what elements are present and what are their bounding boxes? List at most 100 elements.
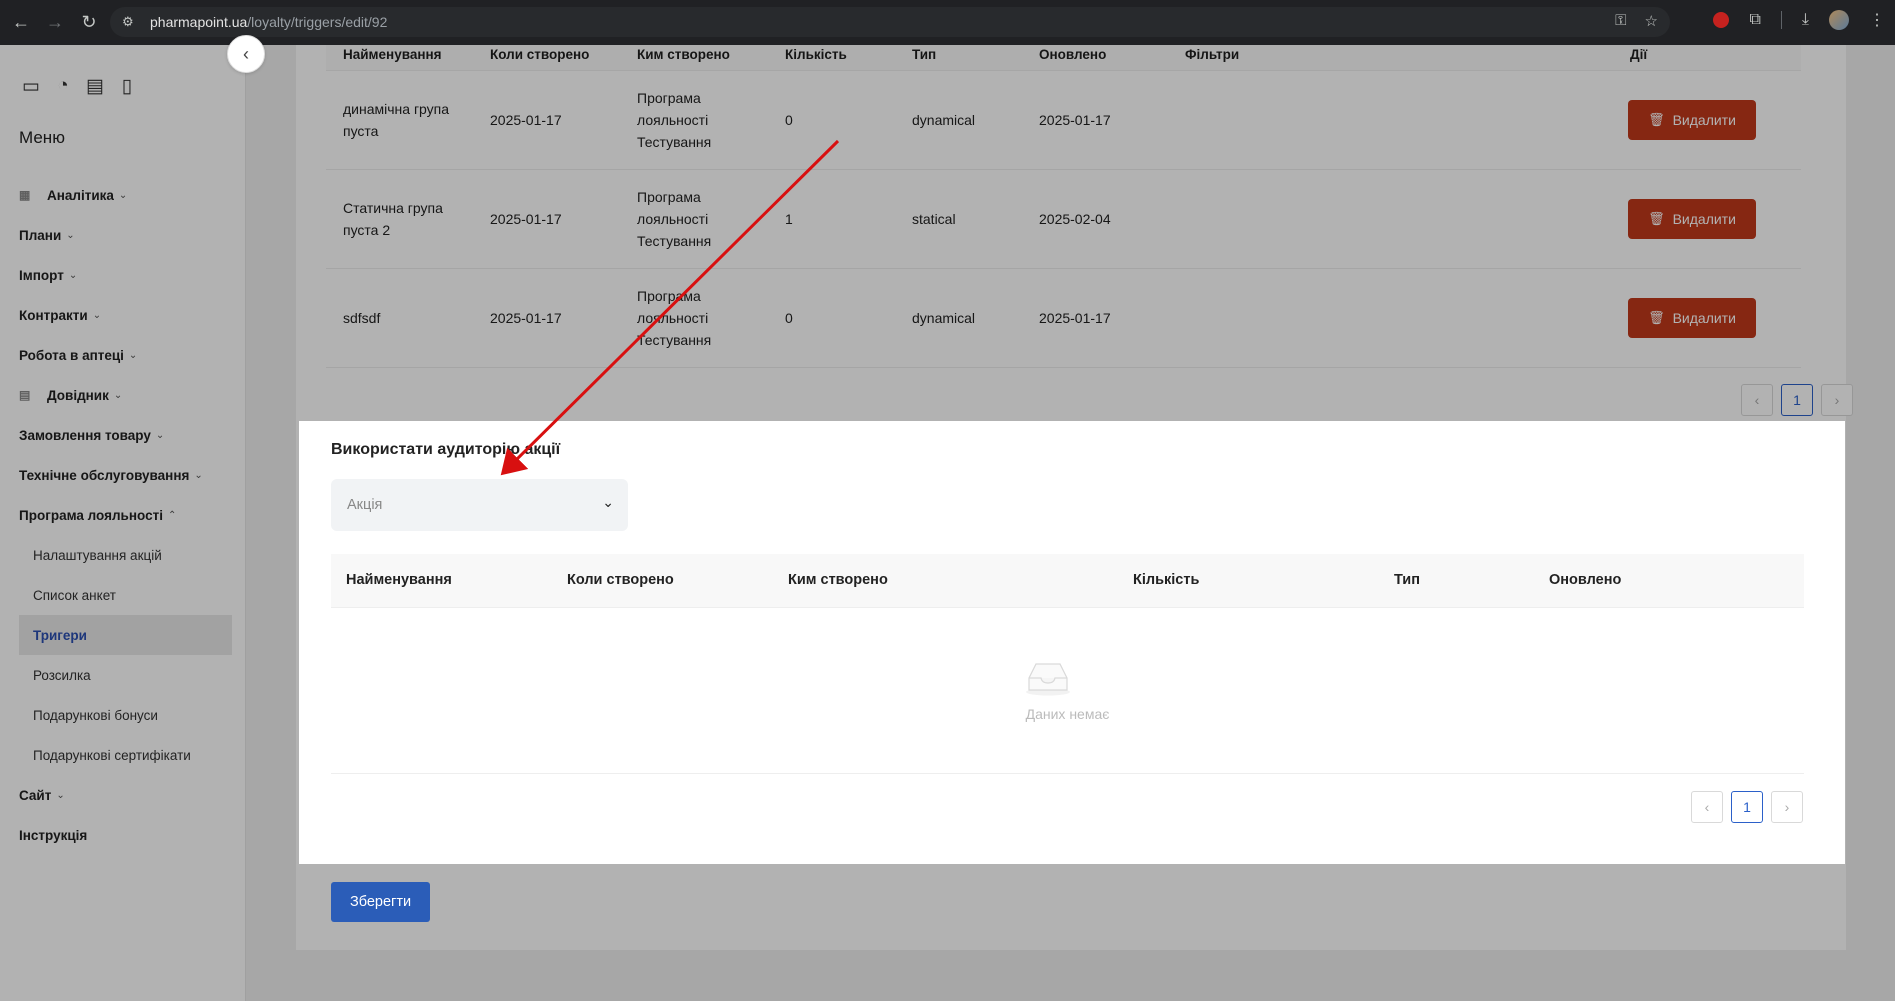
delete-button-label: Видалити: [1672, 211, 1736, 227]
cell-created-by-line: лояльності: [637, 310, 709, 326]
page-button-current[interactable]: 1: [1781, 384, 1813, 416]
cell-count-line: 0: [785, 310, 793, 326]
cell-created-by: Програма лояльності Тестування: [637, 186, 711, 252]
download-icon[interactable]: ⤓: [1802, 11, 1809, 29]
audience-header-updated: Оновлено: [1549, 572, 1622, 588]
cell-created: 2025-01-17: [490, 307, 562, 329]
sidebar-top-icons: ▭ ◔ ▤ ▯: [20, 75, 138, 97]
trash-icon: 🗑: [1648, 112, 1665, 127]
cell-created: 2025-01-17: [490, 208, 562, 230]
cell-name-line: пуста: [343, 123, 379, 139]
groups-table: Найменування Коли створено Ким створено …: [326, 45, 1801, 368]
cell-created-line: 2025-01-17: [490, 211, 562, 227]
sidebar-item[interactable]: ▤ Довідник ⌄: [0, 375, 246, 415]
back-icon[interactable]: ←: [8, 10, 34, 36]
extensions-puzzle-icon[interactable]: ⧉: [1749, 11, 1760, 29]
sidebar-item[interactable]: Плани ⌄: [0, 215, 246, 255]
pie-chart-icon[interactable]: ◔: [52, 75, 74, 97]
sidebar: ▭ ◔ ▤ ▯ Меню ▦ Аналітика ⌄ Плани ⌄ Імпорт ⌄ Кон…: [0, 45, 246, 1001]
sidebar-item-label: Плани: [19, 227, 62, 243]
sidebar-item-label: Подарункові сертифікати: [33, 747, 191, 763]
sidebar-item[interactable]: Імпорт ⌄: [0, 255, 246, 295]
sidebar-item[interactable]: Подарункові сертифікати: [0, 735, 246, 775]
book-icon[interactable]: ▯: [116, 75, 138, 97]
bookmark-star-icon[interactable]: ☆: [1645, 12, 1658, 30]
audience-next-page-button[interactable]: ›: [1771, 791, 1803, 823]
sidebar-item[interactable]: Програма лояльності ⌃: [0, 495, 246, 535]
cell-updated: 2025-01-17: [1039, 307, 1111, 329]
audience-section-title: Використати аудиторію акції: [331, 441, 561, 458]
sidebar-item-label: Замовлення товару: [19, 427, 151, 443]
next-page-button[interactable]: ›: [1821, 384, 1853, 416]
promotion-select[interactable]: Акція ⌄: [331, 479, 628, 531]
sidebar-item[interactable]: Список анкет: [0, 575, 246, 615]
header-filters: Фільтри: [1185, 47, 1240, 62]
sidebar-item-label: Сайт: [19, 787, 52, 803]
cell-created-by: Програма лояльності Тестування: [637, 87, 711, 153]
sidebar-item[interactable]: ▦ Аналітика ⌄: [0, 175, 246, 215]
profile-avatar[interactable]: [1829, 10, 1849, 30]
cell-type: dynamical: [912, 307, 975, 329]
site-settings-icon[interactable]: ⚙: [122, 14, 142, 30]
audience-header-name: Найменування: [346, 572, 452, 588]
menu-grid-icon: ▦: [19, 188, 31, 202]
save-button[interactable]: Зберегти: [331, 882, 430, 922]
sidebar-item[interactable]: Робота в аптеці ⌄: [0, 335, 246, 375]
cell-created-by-line: Тестування: [637, 332, 712, 348]
table-row: sdfsdf 2025-01-17 Програма лояльності Тестув…: [326, 269, 1801, 368]
table-row: динамічна група пуста 2025-01-17 Програма ло…: [326, 71, 1801, 170]
sidebar-item[interactable]: Подарункові бонуси: [0, 695, 246, 735]
chevron-icon: ⌄: [113, 389, 123, 401]
audience-page-button-current[interactable]: 1: [1731, 791, 1763, 823]
sidebar-item[interactable]: Налаштування акцій: [0, 535, 246, 575]
sidebar-item-label: Розсилка: [33, 667, 91, 683]
chevron-icon: ⌃: [167, 509, 177, 521]
audience-header-created-by: Ким створено: [788, 572, 888, 588]
chevron-icon: ⌄: [66, 229, 75, 241]
table-row: Статична група пуста 2 2025-01-17 Програма л…: [326, 170, 1801, 269]
delete-button-label: Видалити: [1672, 310, 1736, 326]
sidebar-item-label: Імпорт: [19, 267, 64, 283]
header-type: Тип: [912, 47, 937, 62]
sidebar-item[interactable]: Технічне обслуговування ⌄: [0, 455, 246, 495]
cell-created-by-line: Програма: [637, 90, 701, 106]
sidebar-item[interactable]: Контракти ⌄: [0, 295, 246, 335]
chevron-icon: ⌄: [118, 189, 128, 201]
collapse-sidebar-button[interactable]: ‹: [227, 35, 265, 73]
audience-table-header: Найменування Коли створено Ким створено …: [331, 554, 1804, 608]
sidebar-item[interactable]: Сайт ⌄: [0, 775, 246, 815]
sidebar-item-label: Список анкет: [33, 587, 116, 603]
cell-name-line: пуста 2: [343, 222, 391, 238]
chevron-icon: ⌄: [128, 349, 138, 361]
delete-button[interactable]: 🗑 Видалити: [1628, 199, 1756, 239]
chevron-icon: ⌄: [194, 469, 203, 481]
delete-button[interactable]: 🗑 Видалити: [1628, 100, 1756, 140]
forward-icon[interactable]: →: [42, 10, 68, 36]
cell-created-by: Програма лояльності Тестування: [637, 285, 711, 351]
archive-icon[interactable]: ▭: [20, 75, 42, 97]
kebab-menu-icon[interactable]: ⋮: [1869, 10, 1885, 30]
sidebar-item-label: Програма лояльності: [19, 507, 163, 523]
cell-created-line: 2025-01-17: [490, 310, 562, 326]
chevron-icon: ⌄: [92, 309, 102, 321]
header-count: Кількість: [785, 47, 847, 62]
menu-title: Меню: [19, 128, 65, 147]
audience-prev-page-button[interactable]: ‹: [1691, 791, 1723, 823]
reload-icon[interactable]: ↻: [76, 10, 102, 36]
sidebar-item[interactable]: Інструкція: [0, 815, 246, 855]
cell-created-by-line: Тестування: [637, 233, 712, 249]
empty-state: Даних немає: [331, 608, 1804, 774]
delete-button[interactable]: 🗑 Видалити: [1628, 298, 1756, 338]
sidebar-item[interactable]: Розсилка: [0, 655, 246, 695]
cell-count: 0: [785, 307, 793, 329]
sidebar-item[interactable]: Замовлення товару ⌄: [0, 415, 246, 455]
password-key-icon[interactable]: ⚿: [1615, 12, 1626, 30]
address-bar[interactable]: ⚙ pharmapoint.ua/loyalty/triggers/edit/9…: [110, 7, 1670, 37]
prev-page-button[interactable]: ‹: [1741, 384, 1773, 416]
cell-created-by-line: Програма: [637, 288, 701, 304]
cell-updated-line: 2025-02-04: [1039, 211, 1111, 227]
cell-created-by-line: Тестування: [637, 134, 712, 150]
extension-red-icon[interactable]: [1713, 12, 1730, 28]
document-icon[interactable]: ▤: [84, 75, 106, 97]
sidebar-item[interactable]: Тригери: [19, 615, 232, 655]
